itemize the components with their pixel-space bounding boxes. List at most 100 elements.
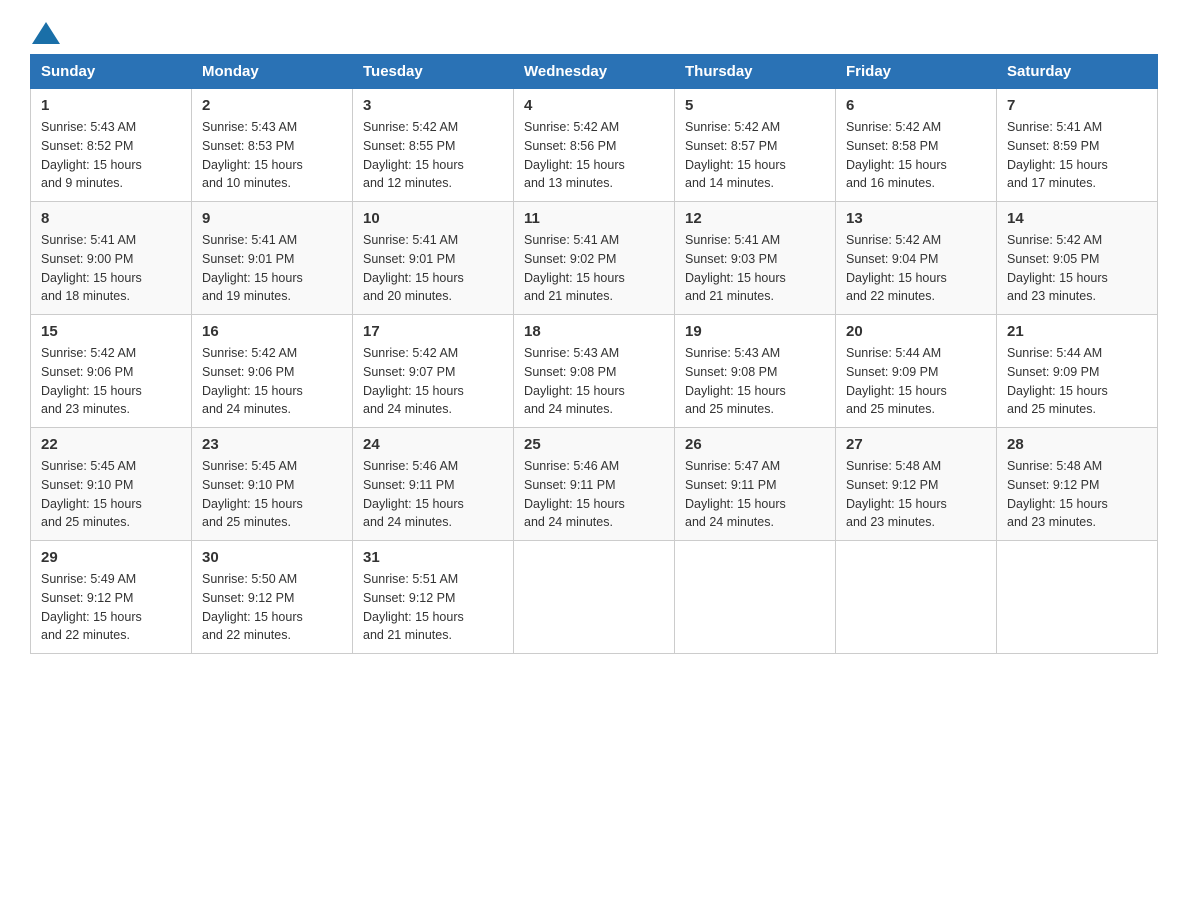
day-number: 11	[524, 210, 664, 227]
day-info: Sunrise: 5:48 AMSunset: 9:12 PMDaylight:…	[846, 457, 986, 532]
day-number: 10	[363, 210, 503, 227]
calendar-cell: 11 Sunrise: 5:41 AMSunset: 9:02 PMDaylig…	[514, 202, 675, 315]
day-number: 19	[685, 323, 825, 340]
day-number: 24	[363, 436, 503, 453]
day-number: 14	[1007, 210, 1147, 227]
day-info: Sunrise: 5:45 AMSunset: 9:10 PMDaylight:…	[202, 457, 342, 532]
day-number: 12	[685, 210, 825, 227]
calendar-cell	[997, 541, 1158, 654]
day-number: 20	[846, 323, 986, 340]
calendar-cell: 21 Sunrise: 5:44 AMSunset: 9:09 PMDaylig…	[997, 315, 1158, 428]
calendar-cell: 6 Sunrise: 5:42 AMSunset: 8:58 PMDayligh…	[836, 89, 997, 202]
calendar-cell	[675, 541, 836, 654]
calendar-cell: 14 Sunrise: 5:42 AMSunset: 9:05 PMDaylig…	[997, 202, 1158, 315]
column-header-saturday: Saturday	[997, 55, 1158, 89]
day-number: 13	[846, 210, 986, 227]
page-header	[30, 20, 1158, 44]
day-info: Sunrise: 5:47 AMSunset: 9:11 PMDaylight:…	[685, 457, 825, 532]
column-header-friday: Friday	[836, 55, 997, 89]
calendar-header-row: SundayMondayTuesdayWednesdayThursdayFrid…	[31, 55, 1158, 89]
calendar-cell: 26 Sunrise: 5:47 AMSunset: 9:11 PMDaylig…	[675, 428, 836, 541]
day-number: 8	[41, 210, 181, 227]
column-header-thursday: Thursday	[675, 55, 836, 89]
column-header-sunday: Sunday	[31, 55, 192, 89]
day-number: 21	[1007, 323, 1147, 340]
column-header-tuesday: Tuesday	[353, 55, 514, 89]
day-info: Sunrise: 5:46 AMSunset: 9:11 PMDaylight:…	[524, 457, 664, 532]
day-info: Sunrise: 5:41 AMSunset: 9:01 PMDaylight:…	[202, 231, 342, 306]
day-info: Sunrise: 5:42 AMSunset: 9:05 PMDaylight:…	[1007, 231, 1147, 306]
calendar-cell: 28 Sunrise: 5:48 AMSunset: 9:12 PMDaylig…	[997, 428, 1158, 541]
day-info: Sunrise: 5:49 AMSunset: 9:12 PMDaylight:…	[41, 570, 181, 645]
day-number: 3	[363, 97, 503, 114]
calendar-table: SundayMondayTuesdayWednesdayThursdayFrid…	[30, 54, 1158, 654]
day-info: Sunrise: 5:42 AMSunset: 9:06 PMDaylight:…	[41, 344, 181, 419]
column-header-wednesday: Wednesday	[514, 55, 675, 89]
day-number: 28	[1007, 436, 1147, 453]
day-info: Sunrise: 5:41 AMSunset: 9:03 PMDaylight:…	[685, 231, 825, 306]
logo	[30, 20, 60, 44]
day-info: Sunrise: 5:41 AMSunset: 8:59 PMDaylight:…	[1007, 118, 1147, 193]
calendar-cell: 31 Sunrise: 5:51 AMSunset: 9:12 PMDaylig…	[353, 541, 514, 654]
day-number: 31	[363, 549, 503, 566]
day-number: 23	[202, 436, 342, 453]
calendar-cell: 2 Sunrise: 5:43 AMSunset: 8:53 PMDayligh…	[192, 89, 353, 202]
calendar-cell: 3 Sunrise: 5:42 AMSunset: 8:55 PMDayligh…	[353, 89, 514, 202]
calendar-cell	[514, 541, 675, 654]
calendar-cell: 8 Sunrise: 5:41 AMSunset: 9:00 PMDayligh…	[31, 202, 192, 315]
calendar-cell: 15 Sunrise: 5:42 AMSunset: 9:06 PMDaylig…	[31, 315, 192, 428]
day-number: 7	[1007, 97, 1147, 114]
day-number: 27	[846, 436, 986, 453]
day-number: 30	[202, 549, 342, 566]
day-number: 15	[41, 323, 181, 340]
day-number: 5	[685, 97, 825, 114]
calendar-cell: 24 Sunrise: 5:46 AMSunset: 9:11 PMDaylig…	[353, 428, 514, 541]
day-info: Sunrise: 5:46 AMSunset: 9:11 PMDaylight:…	[363, 457, 503, 532]
week-row-1: 1 Sunrise: 5:43 AMSunset: 8:52 PMDayligh…	[31, 89, 1158, 202]
week-row-3: 15 Sunrise: 5:42 AMSunset: 9:06 PMDaylig…	[31, 315, 1158, 428]
week-row-5: 29 Sunrise: 5:49 AMSunset: 9:12 PMDaylig…	[31, 541, 1158, 654]
day-info: Sunrise: 5:45 AMSunset: 9:10 PMDaylight:…	[41, 457, 181, 532]
calendar-cell: 17 Sunrise: 5:42 AMSunset: 9:07 PMDaylig…	[353, 315, 514, 428]
day-info: Sunrise: 5:44 AMSunset: 9:09 PMDaylight:…	[1007, 344, 1147, 419]
calendar-cell: 1 Sunrise: 5:43 AMSunset: 8:52 PMDayligh…	[31, 89, 192, 202]
day-info: Sunrise: 5:43 AMSunset: 8:53 PMDaylight:…	[202, 118, 342, 193]
calendar-cell: 12 Sunrise: 5:41 AMSunset: 9:03 PMDaylig…	[675, 202, 836, 315]
calendar-cell: 5 Sunrise: 5:42 AMSunset: 8:57 PMDayligh…	[675, 89, 836, 202]
day-info: Sunrise: 5:41 AMSunset: 9:02 PMDaylight:…	[524, 231, 664, 306]
day-info: Sunrise: 5:51 AMSunset: 9:12 PMDaylight:…	[363, 570, 503, 645]
calendar-cell: 30 Sunrise: 5:50 AMSunset: 9:12 PMDaylig…	[192, 541, 353, 654]
calendar-cell	[836, 541, 997, 654]
day-info: Sunrise: 5:42 AMSunset: 9:04 PMDaylight:…	[846, 231, 986, 306]
day-info: Sunrise: 5:44 AMSunset: 9:09 PMDaylight:…	[846, 344, 986, 419]
day-number: 25	[524, 436, 664, 453]
day-number: 29	[41, 549, 181, 566]
day-info: Sunrise: 5:41 AMSunset: 9:01 PMDaylight:…	[363, 231, 503, 306]
day-number: 18	[524, 323, 664, 340]
day-number: 4	[524, 97, 664, 114]
day-info: Sunrise: 5:42 AMSunset: 8:57 PMDaylight:…	[685, 118, 825, 193]
calendar-cell: 22 Sunrise: 5:45 AMSunset: 9:10 PMDaylig…	[31, 428, 192, 541]
day-info: Sunrise: 5:43 AMSunset: 9:08 PMDaylight:…	[524, 344, 664, 419]
column-header-monday: Monday	[192, 55, 353, 89]
calendar-cell: 25 Sunrise: 5:46 AMSunset: 9:11 PMDaylig…	[514, 428, 675, 541]
day-info: Sunrise: 5:42 AMSunset: 8:56 PMDaylight:…	[524, 118, 664, 193]
calendar-cell: 16 Sunrise: 5:42 AMSunset: 9:06 PMDaylig…	[192, 315, 353, 428]
day-info: Sunrise: 5:42 AMSunset: 8:58 PMDaylight:…	[846, 118, 986, 193]
week-row-2: 8 Sunrise: 5:41 AMSunset: 9:00 PMDayligh…	[31, 202, 1158, 315]
day-info: Sunrise: 5:43 AMSunset: 8:52 PMDaylight:…	[41, 118, 181, 193]
day-info: Sunrise: 5:48 AMSunset: 9:12 PMDaylight:…	[1007, 457, 1147, 532]
day-number: 16	[202, 323, 342, 340]
day-info: Sunrise: 5:50 AMSunset: 9:12 PMDaylight:…	[202, 570, 342, 645]
calendar-cell: 13 Sunrise: 5:42 AMSunset: 9:04 PMDaylig…	[836, 202, 997, 315]
day-info: Sunrise: 5:42 AMSunset: 9:06 PMDaylight:…	[202, 344, 342, 419]
calendar-cell: 29 Sunrise: 5:49 AMSunset: 9:12 PMDaylig…	[31, 541, 192, 654]
week-row-4: 22 Sunrise: 5:45 AMSunset: 9:10 PMDaylig…	[31, 428, 1158, 541]
day-number: 2	[202, 97, 342, 114]
logo-icon	[32, 22, 60, 44]
calendar-cell: 19 Sunrise: 5:43 AMSunset: 9:08 PMDaylig…	[675, 315, 836, 428]
calendar-cell: 23 Sunrise: 5:45 AMSunset: 9:10 PMDaylig…	[192, 428, 353, 541]
calendar-cell: 27 Sunrise: 5:48 AMSunset: 9:12 PMDaylig…	[836, 428, 997, 541]
day-number: 1	[41, 97, 181, 114]
calendar-cell: 18 Sunrise: 5:43 AMSunset: 9:08 PMDaylig…	[514, 315, 675, 428]
